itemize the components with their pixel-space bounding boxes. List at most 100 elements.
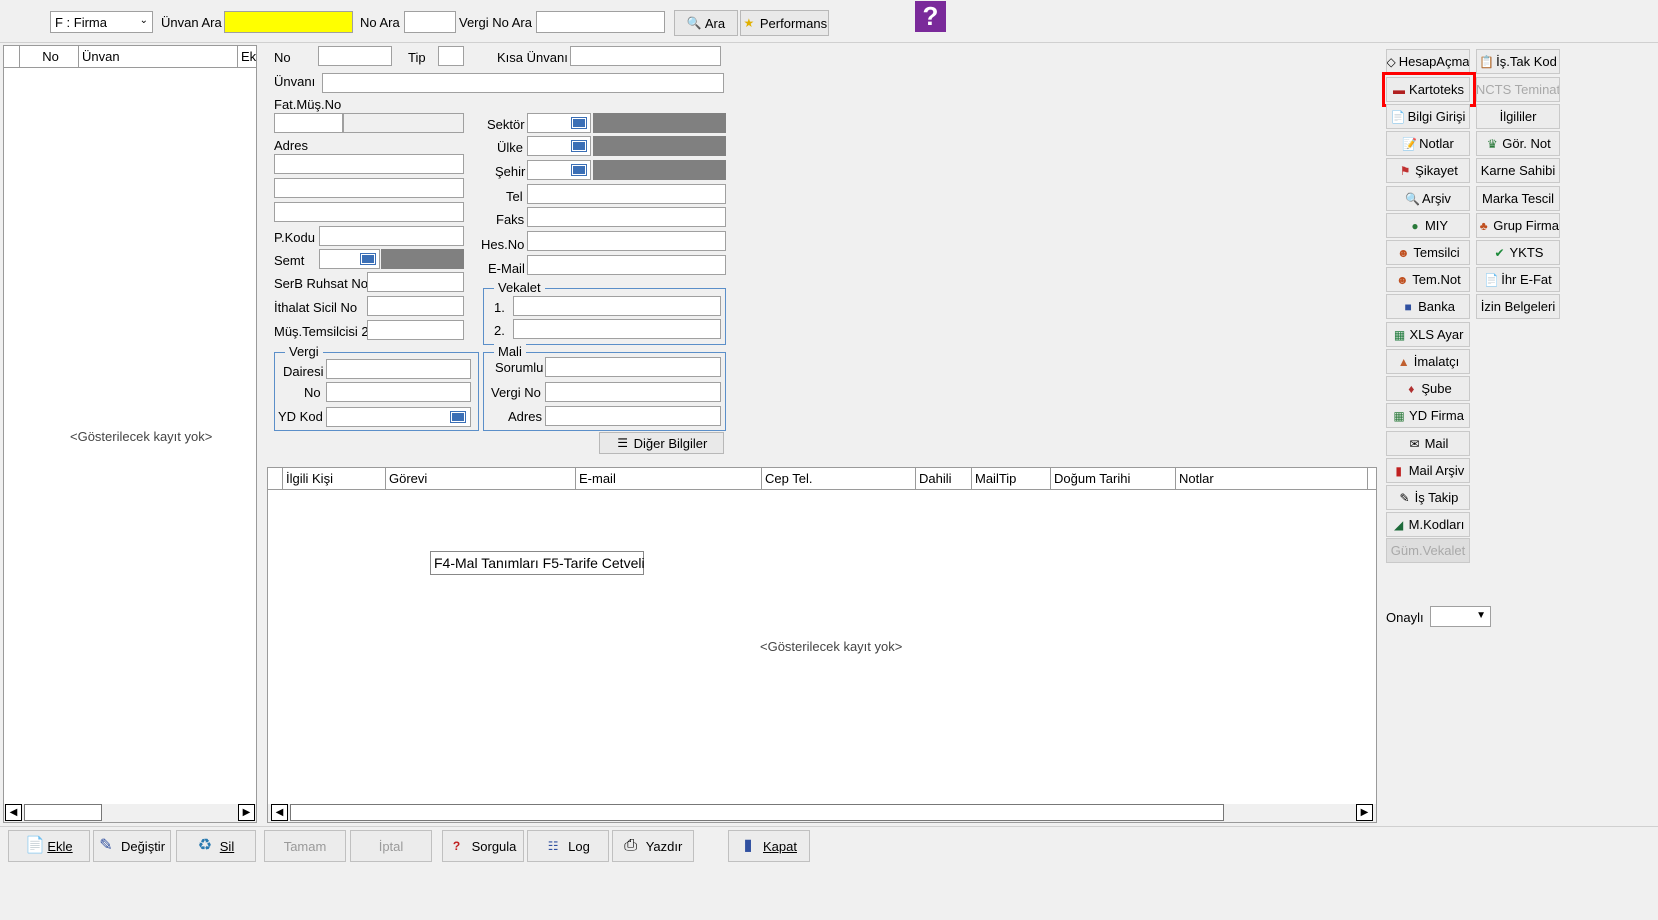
ulke-lookup-icon[interactable] [570,137,588,155]
note-icon: 📝 [1402,136,1418,151]
unvan-ara-input[interactable] [224,11,353,33]
filter-select[interactable]: F : Firma ⌄ [50,11,153,33]
onayli-select[interactable]: ▼ [1430,606,1491,627]
hesap-acma-button[interactable]: ◇ HesapAçma [1386,49,1470,74]
ncts-teminat-button[interactable]: NCTS Teminat [1476,77,1560,102]
kapat-label: Kapat [763,838,797,854]
log-button[interactable]: ☷ Log [527,830,609,862]
kisa-unvan-input[interactable] [570,46,721,66]
no-ara-input[interactable] [404,11,456,33]
column-header-cep-tel[interactable]: Cep Tel. [762,468,916,489]
miy-button[interactable]: ● MIY [1386,213,1470,238]
ekle-button[interactable]: 📄 Ekle [8,830,90,862]
column-header-gorevi[interactable]: Görevi [386,468,576,489]
gor-not-button[interactable]: ♛ Gör. Not [1476,131,1560,156]
ihr-efat-button[interactable]: 📄 İhr E-Fat [1476,267,1560,292]
no-input[interactable] [318,46,392,66]
ilgililer-button[interactable]: İlgililer [1476,104,1560,129]
is-takip-button[interactable]: ✎ İş Takip [1386,485,1470,510]
column-header-mailtip[interactable]: MailTip [972,468,1051,489]
column-header-dogum-tarihi[interactable]: Doğum Tarihi [1051,468,1176,489]
help-icon[interactable]: ? [915,1,946,32]
yazdir-button[interactable]: ⎙ Yazdır [612,830,694,862]
sehir-lookup-icon[interactable] [570,161,588,179]
column-header-email[interactable]: E-mail [576,468,762,489]
adres-line2-input[interactable] [274,178,464,198]
xls-ayar-button[interactable]: ▦ XLS Ayar [1386,322,1470,347]
left-grid-hscrollbar[interactable]: ◀ ▶ [4,804,256,822]
notlar-button[interactable]: 📝 Notlar [1386,131,1470,156]
hes-no-input[interactable] [527,231,726,251]
ara-button[interactable]: 🔍 Ara [674,10,738,36]
contacts-grid[interactable]: İlgili Kişi Görevi E-mail Cep Tel. Dahil… [267,467,1377,823]
is-tak-kod-button[interactable]: 📋 İş.Tak Kod [1476,49,1560,74]
bilgi-girisi-button[interactable]: 📄 Bilgi Girişi [1386,104,1470,129]
yd-firma-button[interactable]: ▦ YD Firma [1386,403,1470,428]
arsiv-button[interactable]: 🔍 Arşiv [1386,186,1470,211]
column-header-notlar[interactable]: Notlar [1176,468,1368,489]
tem-not-button[interactable]: ☻ Tem.Not [1386,267,1470,292]
adres-line3-input[interactable] [274,202,464,222]
vekalet-2-input[interactable] [513,319,721,339]
column-header-dahili[interactable]: Dahili [916,468,972,489]
grup-firma-button[interactable]: ♣ Grup Firma [1476,213,1560,238]
sube-button[interactable]: ♦ Şube [1386,376,1470,401]
mus-temsilcisi-input[interactable] [367,320,464,340]
scroll-thumb[interactable] [290,804,1224,821]
temsilci-button[interactable]: ☻ Temsilci [1386,240,1470,265]
adres-line1-input[interactable] [274,154,464,174]
vekalet-1-input[interactable] [513,296,721,316]
imalatci-button[interactable]: ▲ İmalatçı [1386,349,1470,374]
vergi-dairesi-input[interactable] [326,359,471,379]
ithalat-sicil-input[interactable] [367,296,464,316]
gum-vekalet-button[interactable]: Güm.Vekalet [1386,538,1470,563]
vergi-no-ara-input[interactable] [536,11,665,33]
karne-sahibi-button[interactable]: Karne Sahibi [1476,158,1560,183]
pkodu-input[interactable] [319,226,464,246]
sorgula-button[interactable]: ? Sorgula [442,830,524,862]
scroll-left-icon[interactable]: ◀ [5,804,22,821]
scroll-right-icon[interactable]: ▶ [1356,804,1373,821]
semt-lookup-icon[interactable] [359,250,377,268]
fat-mus-no-input[interactable] [274,113,343,133]
left-grid[interactable]: No Ünvan Ek <Gösterilecek kayıt yok> ◀ ▶ [3,45,257,823]
mail-archive-icon: ▮ [1395,463,1402,478]
scroll-right-icon[interactable]: ▶ [238,804,255,821]
banka-button[interactable]: ■ Banka [1386,294,1470,319]
sektor-lookup-icon[interactable] [570,114,588,132]
column-header-ek[interactable]: Ek [238,46,256,67]
faks-input[interactable] [527,207,726,227]
izin-belgeleri-button[interactable]: İzin Belgeleri [1476,294,1560,319]
vergi-no-input[interactable] [326,382,471,402]
iptal-button[interactable]: İptal [350,830,432,862]
diger-bilgiler-button[interactable]: ☰ Diğer Bilgiler [599,432,724,454]
performans-button[interactable]: ★ Performans [740,10,829,36]
mali-adres-input[interactable] [545,406,721,426]
column-header-unvan[interactable]: Ünvan [79,46,238,67]
sil-button[interactable]: ♻ Sil [176,830,256,862]
scroll-thumb[interactable] [24,804,102,821]
serb-ruhsat-input[interactable] [367,272,464,292]
scroll-left-icon[interactable]: ◀ [271,804,288,821]
mali-vergi-no-input[interactable] [545,382,721,402]
mail-arsiv-button[interactable]: ▮ Mail Arşiv [1386,458,1470,483]
mail-button[interactable]: ✉ Mail [1386,431,1470,456]
contacts-grid-hscrollbar[interactable]: ◀ ▶ [268,804,1376,822]
tip-input[interactable] [438,46,464,66]
vergi-dairesi-label: Dairesi [283,364,324,379]
tamam-button[interactable]: Tamam [264,830,346,862]
column-header-ilgili-kisi[interactable]: İlgili Kişi [283,468,386,489]
column-header-no[interactable]: No [20,46,79,67]
degistir-button[interactable]: ✎ Değiştir [93,830,171,862]
vergi-group: Vergi Dairesi No YD Kod [274,344,479,431]
mali-sorumlu-input[interactable] [545,357,721,377]
ykts-button[interactable]: ✔ YKTS [1476,240,1560,265]
marka-tescil-button[interactable]: Marka Tescil [1476,186,1560,211]
sikayet-button[interactable]: ⚑ Şikayet [1386,158,1470,183]
kapat-button[interactable]: ▮ Kapat [728,830,810,862]
yd-kod-lookup-icon[interactable] [449,408,467,426]
email-input[interactable] [527,255,726,275]
unvani-input[interactable] [322,73,724,93]
m-kodlari-button[interactable]: ◢ M.Kodları [1386,512,1470,537]
tel-input[interactable] [527,184,726,204]
